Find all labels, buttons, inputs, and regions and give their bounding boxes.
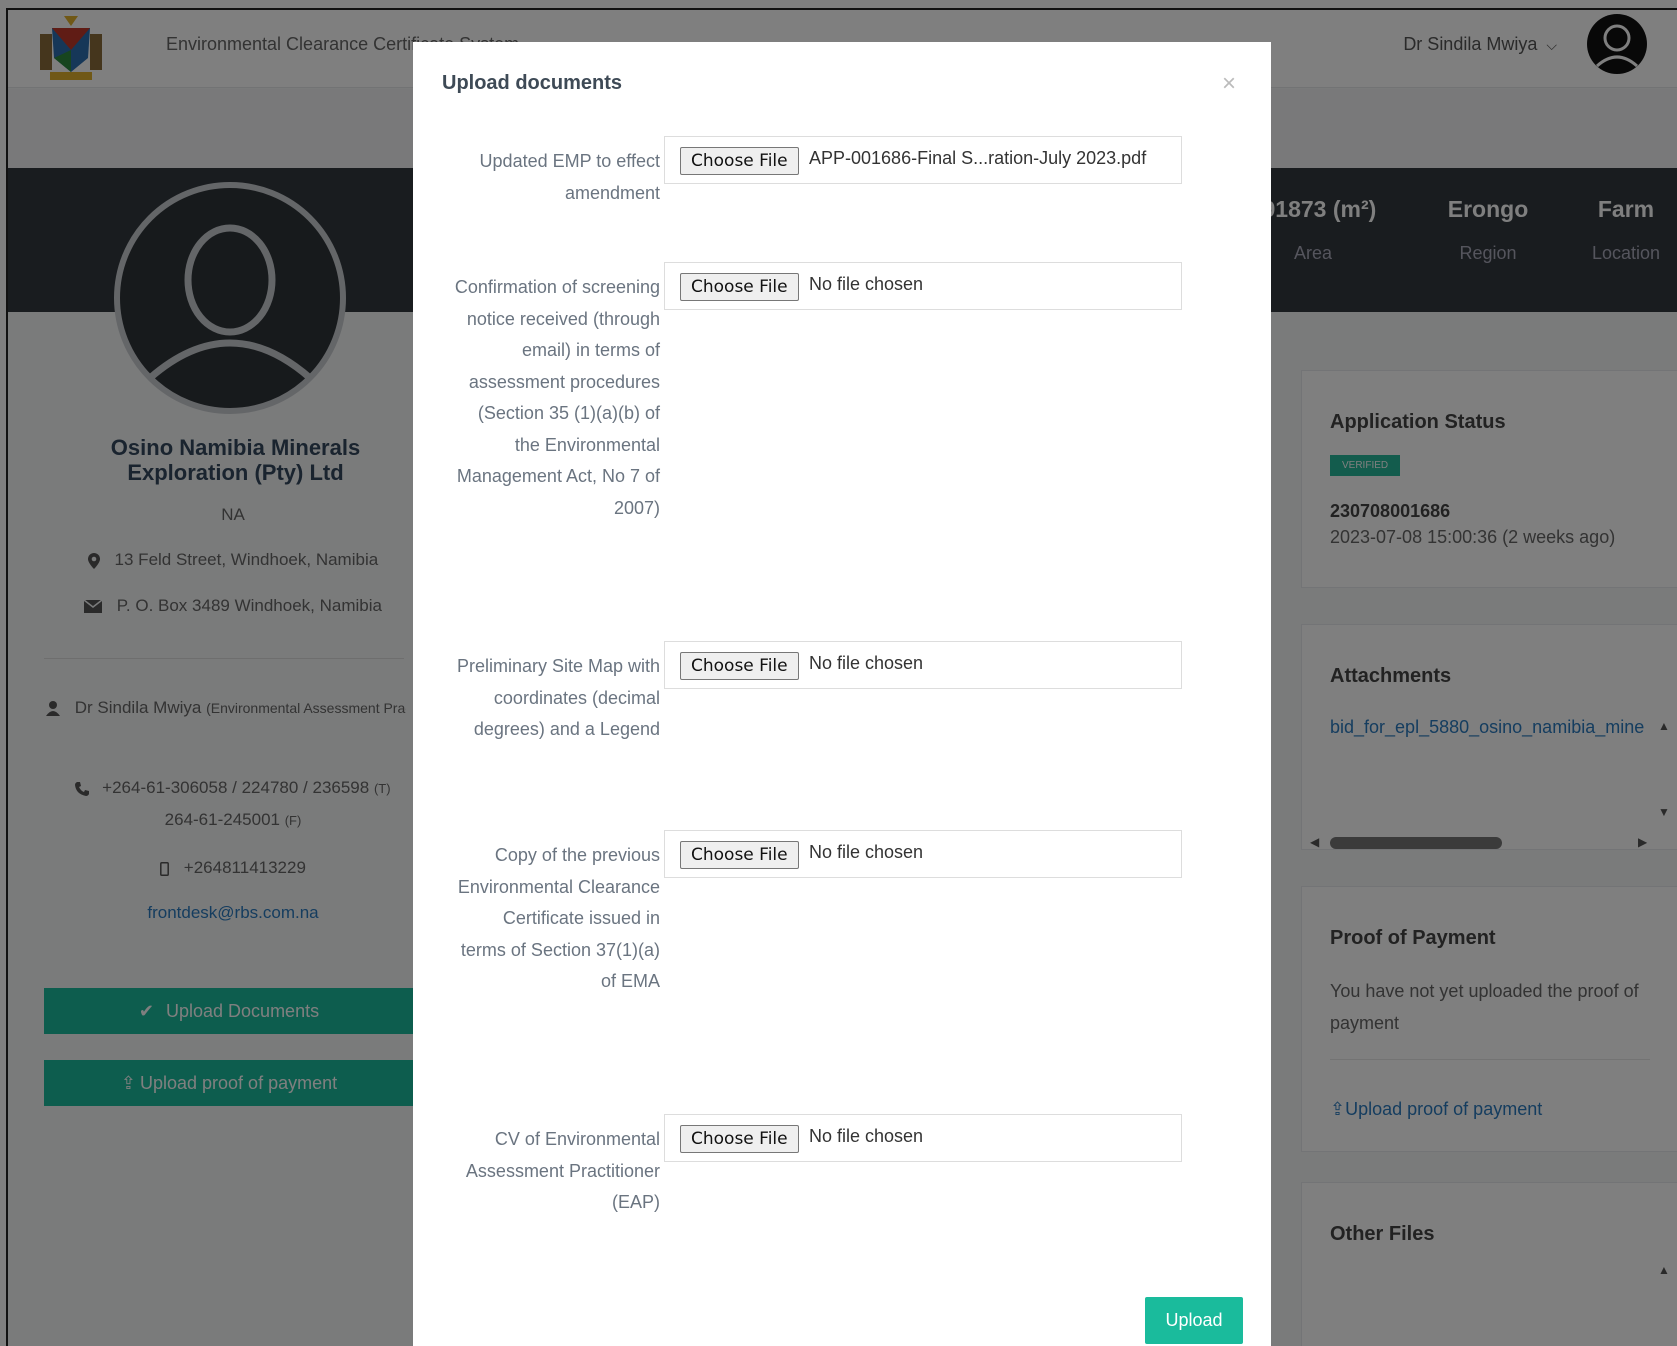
field-label-site-map: Preliminary Site Map with coordinates (d… [456,656,660,739]
file-name-text: No file chosen [809,653,924,673]
file-input-previous-certificate[interactable]: Choose File No file chosen [664,830,1182,878]
file-input-screening-notice[interactable]: Choose File No file chosen [664,262,1182,310]
field-label-previous-certificate: Copy of the previous Environmental Clear… [457,845,660,991]
field-label-emp: Updated EMP to effect amendment [479,151,660,203]
file-input-site-map[interactable]: Choose File No file chosen [664,641,1182,689]
choose-file-button[interactable]: Choose File [680,147,799,175]
modal-title: Upload documents [442,72,623,94]
upload-button[interactable]: Upload [1145,1297,1243,1344]
choose-file-button[interactable]: Choose File [680,652,799,680]
field-label-eap-cv: CV of Environmental Assessment Practitio… [465,1129,660,1212]
upload-documents-modal: Upload documents × Updated EMP to effect… [413,42,1271,1346]
choose-file-button[interactable]: Choose File [680,1125,799,1153]
file-name-text: No file chosen [809,274,924,294]
file-input-eap-cv[interactable]: Choose File No file chosen [664,1114,1182,1162]
file-input-emp[interactable]: Choose File APP-001686-Final S...ration-… [664,136,1182,184]
file-name-text: No file chosen [809,1126,924,1146]
field-label-screening-notice: Confirmation of screening notice receive… [454,277,660,518]
close-icon[interactable]: × [1222,70,1236,98]
choose-file-button[interactable]: Choose File [680,841,799,869]
file-name-text: APP-001686-Final S...ration-July 2023.pd… [809,148,1147,168]
file-name-text: No file chosen [809,842,924,862]
choose-file-button[interactable]: Choose File [680,273,799,301]
